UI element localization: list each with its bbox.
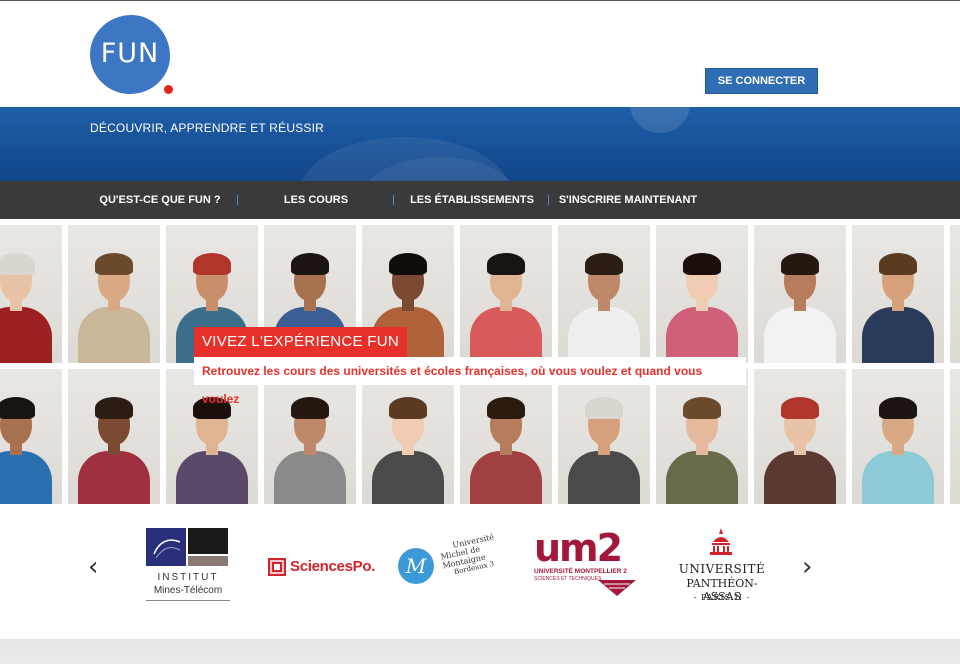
portrait-tile bbox=[852, 369, 944, 504]
chevron-right-icon[interactable]: › bbox=[802, 554, 812, 580]
portrait-tile bbox=[0, 225, 62, 363]
portrait-tile bbox=[656, 225, 748, 363]
partner-logo-montaigne[interactable]: M Université Michel de Montaigne Bordeau… bbox=[398, 532, 514, 594]
partner-logo-institut-mines-telecom[interactable]: INSTITUT Mines-Télécom bbox=[146, 528, 230, 604]
imt-line2: Mines-Télécom bbox=[153, 585, 223, 596]
portrait-tile bbox=[558, 369, 650, 504]
nav-separator bbox=[237, 195, 238, 205]
portrait-tile bbox=[950, 369, 960, 504]
tagline: DÉCOUVRIR, APPRENDRE ET RÉUSSIR bbox=[90, 121, 325, 135]
montaigne-text: Université Michel de Montaigne Bordeaux … bbox=[438, 528, 520, 578]
hero-title: VIVEZ L'EXPÉRIENCE FUN bbox=[194, 327, 408, 357]
portrait-tile bbox=[852, 225, 944, 363]
portrait-tile bbox=[754, 369, 846, 504]
portrait-tile bbox=[460, 369, 552, 504]
nav-item-institutions[interactable]: LES ÉTABLISSEMENTS bbox=[406, 181, 538, 219]
sciencespo-icon bbox=[268, 558, 286, 576]
nav-item-about[interactable]: QU'EST-CE QUE FUN ? bbox=[96, 181, 224, 219]
fun-logo[interactable]: FUN bbox=[90, 15, 174, 97]
hero: VIVEZ L'EXPÉRIENCE FUN Retrouvez les cou… bbox=[0, 219, 960, 504]
page: FUN SE CONNECTER DÉCOUVRIR, APPRENDRE ET… bbox=[0, 0, 960, 664]
portrait-tile bbox=[754, 225, 846, 363]
logo-dot bbox=[164, 85, 173, 94]
imt-square-black bbox=[188, 528, 228, 554]
nav-separator bbox=[548, 195, 549, 205]
hero-subtitle: Retrouvez les cours des universités et é… bbox=[194, 357, 746, 406]
banner: DÉCOUVRIR, APPRENDRE ET RÉUSSIR bbox=[0, 107, 960, 181]
chevron-left-icon[interactable]: ‹ bbox=[88, 554, 98, 580]
portrait-tile bbox=[68, 225, 160, 363]
pantheon-line1: UNIVERSITÉ bbox=[678, 562, 766, 576]
partner-logo-sciences-po[interactable]: SciencesPo. bbox=[268, 557, 376, 577]
imt-line1: INSTITUT bbox=[157, 572, 219, 583]
imt-strip bbox=[188, 556, 228, 566]
portrait-tile bbox=[656, 369, 748, 504]
um2-mark: um2 bbox=[534, 526, 623, 570]
partner-logo-montpellier-2[interactable]: um2 UNIVERSITÉ MONTPELLIER 2 SCIENCES ET… bbox=[534, 526, 640, 596]
imt-square-blue bbox=[146, 528, 186, 566]
um2-line1: UNIVERSITÉ MONTPELLIER 2 bbox=[534, 568, 627, 575]
imt-underline bbox=[146, 600, 230, 601]
portrait-tile bbox=[950, 225, 960, 363]
partner-logo-pantheon-assas[interactable]: UNIVERSITÉ PANTHÉON-ASSAS - PARIS II - bbox=[668, 526, 776, 606]
sciencespo-text: SciencesPo. bbox=[290, 558, 376, 575]
portrait-tile bbox=[264, 369, 356, 504]
portrait-tile bbox=[68, 369, 160, 504]
montaigne-m-icon: M bbox=[398, 548, 434, 584]
banner-decoration bbox=[630, 107, 690, 133]
nav-separator bbox=[393, 195, 394, 205]
nav-item-register[interactable]: S'INSCRIRE MAINTENANT bbox=[558, 181, 698, 219]
portrait-tile bbox=[0, 369, 62, 504]
um2-triangle-icon bbox=[598, 580, 636, 596]
um2-line2: SCIENCES ET TECHNIQUES bbox=[534, 576, 602, 582]
main-nav: QU'EST-CE QUE FUN ? LES COURS LES ÉTABLI… bbox=[0, 181, 960, 219]
nav-item-courses[interactable]: LES COURS bbox=[266, 181, 366, 219]
partner-carousel: ‹ › INSTITUT Mines-Télécom SciencesPo. M bbox=[0, 504, 960, 639]
header: FUN SE CONNECTER bbox=[0, 2, 960, 107]
portrait-tile bbox=[362, 369, 454, 504]
footer-strip bbox=[0, 639, 960, 664]
portrait-tile bbox=[460, 225, 552, 363]
portrait-tile bbox=[558, 225, 650, 363]
logo-text: FUN bbox=[100, 38, 160, 69]
pantheon-line3: - PARIS II - bbox=[693, 593, 751, 602]
login-button[interactable]: SE CONNECTER bbox=[705, 68, 818, 94]
pantheon-building-icon bbox=[710, 528, 732, 555]
